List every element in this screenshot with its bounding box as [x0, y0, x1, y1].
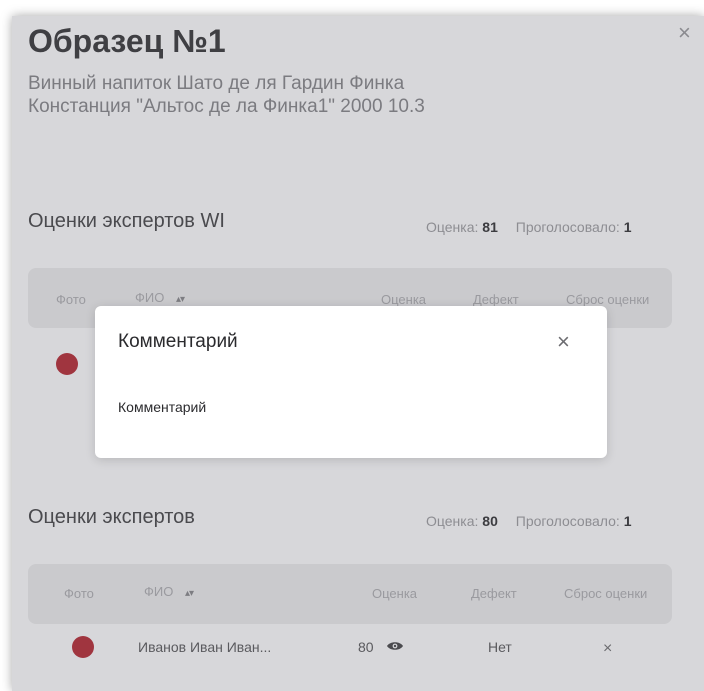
section-title-experts: Оценки экспертов — [28, 506, 195, 528]
score-value: 81 — [482, 219, 498, 235]
comment-modal: Комментарий × Комментарий — [95, 306, 607, 458]
column-defect: Дефект — [471, 586, 517, 601]
section-title-wi: Оценки экспертов WI — [28, 210, 225, 232]
sort-icon[interactable]: ▴▾ — [185, 588, 194, 599]
sample-description-line2: Констанция "Альтос де ла Финка1" 2000 10… — [28, 96, 425, 117]
column-name-label: ФИО — [144, 584, 174, 599]
score-label: Оценка: — [426, 219, 479, 235]
sample-description: Винный напиток Шато де ля Гардин Финка К… — [28, 72, 548, 118]
table-row: Иванов Иван Иван... 80 Нет × — [28, 636, 672, 676]
voted-label: Проголосовало: — [515, 219, 620, 235]
column-reset: Сброс оценки — [564, 586, 648, 601]
column-name[interactable]: ФИО ▴▾ — [144, 584, 194, 599]
page-title: Образец №1 — [28, 23, 226, 59]
voted-label: Проголосовало: — [515, 513, 620, 529]
expert-defect: Нет — [488, 639, 512, 655]
expert-score: 80 — [358, 639, 374, 655]
column-score: Оценка — [372, 586, 418, 601]
expert-name: Иванов Иван Иван... — [138, 639, 272, 655]
column-photo: Фото — [64, 586, 94, 601]
voted-value: 1 — [623, 219, 632, 235]
reset-score-button[interactable]: × — [603, 640, 612, 658]
wi-summary: Оценка: 81 Проголосовало: 1 — [426, 219, 631, 235]
voted-value: 1 — [623, 513, 632, 529]
experts-summary: Оценка: 80 Проголосовало: 1 — [426, 513, 631, 529]
sample-dialog: × Образец №1 Винный напиток Шато де ля Г… — [12, 16, 704, 691]
score-label: Оценка: — [426, 513, 479, 529]
column-photo: Фото — [56, 292, 86, 307]
column-score: Оценка — [381, 292, 427, 307]
column-defect: Дефект — [473, 292, 519, 307]
column-name[interactable]: ФИО ▴▾ — [135, 290, 185, 305]
column-name-label: ФИО — [135, 290, 165, 305]
close-icon[interactable]: × — [557, 329, 570, 355]
eye-icon[interactable] — [386, 640, 404, 652]
score-value: 80 — [482, 513, 498, 529]
comment-text: Комментарий — [118, 399, 207, 415]
close-icon[interactable]: × — [678, 22, 691, 44]
table-header-experts: Фото ФИО ▴▾ Оценка Дефект Сброс оценки — [28, 564, 672, 624]
sample-description-line1: Винный напиток Шато де ля Гардин Финка — [28, 73, 405, 94]
user-avatar-icon — [72, 636, 94, 658]
modal-title: Комментарий — [118, 331, 238, 352]
sort-icon[interactable]: ▴▾ — [176, 294, 185, 305]
column-reset: Сброс оценки — [566, 292, 650, 307]
user-avatar-icon — [56, 353, 78, 375]
